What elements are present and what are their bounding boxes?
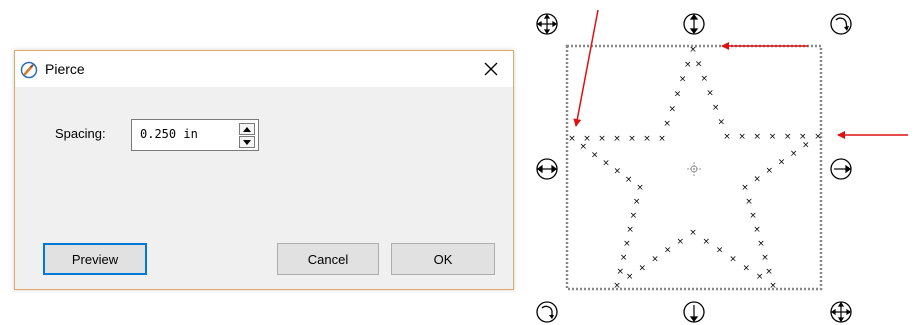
pierce-mark: × [633, 197, 641, 207]
pierce-mark: × [583, 134, 591, 144]
move-handle-bottom-right[interactable] [830, 301, 852, 323]
pierce-mark: × [568, 134, 576, 144]
pierce-mark: × [769, 281, 777, 291]
pierce-mark: × [765, 267, 773, 277]
pierce-mark: × [743, 263, 751, 273]
pierce-mark: × [749, 211, 757, 221]
pierce-mark: × [745, 197, 753, 207]
pierce-mark: × [598, 134, 606, 144]
pierce-mark: × [613, 281, 621, 291]
pierce-mark: × [703, 237, 711, 247]
pierce-mark: × [790, 149, 798, 159]
pierce-mark: × [729, 255, 737, 265]
rotate-handle-bottom-left[interactable] [536, 301, 558, 323]
pierce-mark: × [716, 246, 724, 256]
pierce-mark: × [802, 141, 810, 151]
pierce-mark: × [754, 132, 762, 142]
resize-handle-bottom[interactable] [683, 301, 705, 323]
pierce-mark: × [738, 132, 746, 142]
rotate-handle-top-right[interactable] [830, 13, 852, 35]
pierce-mark: × [636, 183, 644, 193]
pierce-mark: × [663, 119, 671, 129]
pierce-mark: × [684, 60, 692, 70]
pierce-mark: × [814, 132, 822, 142]
pierce-mark: × [753, 175, 761, 185]
star-pierce-marks: × × × × × × × × × × × × × × × × × × × × × × × × × × × × × × × × × × × × × × × ×… [568, 45, 822, 291]
pierce-mark: × [741, 183, 749, 193]
pierce-mark: × [695, 60, 703, 70]
pierce-mark: × [689, 228, 697, 238]
pierce-mark: × [626, 272, 634, 282]
pierce-mark: × [630, 211, 638, 221]
pierce-mark: × [679, 75, 687, 85]
pierce-mark: × [784, 132, 792, 142]
pierce-mark: × [613, 134, 621, 144]
pierce-mark: × [639, 263, 647, 273]
pierce-mark: × [778, 158, 786, 168]
design-canvas[interactable]: × × × × × × × × × × × × × × × × × × × × × × × × × × × × × × × × × × × × × × × ×… [0, 0, 920, 325]
pierce-mark: × [626, 225, 634, 235]
pierce-mark: × [753, 225, 761, 235]
pierce-mark: × [689, 45, 697, 55]
pierce-mark: × [756, 272, 764, 282]
pierce-mark: × [614, 167, 622, 177]
resize-handle-left[interactable] [536, 158, 558, 180]
pierce-mark: × [718, 118, 726, 128]
center-marker [687, 162, 701, 176]
pierce-mark: × [706, 89, 714, 99]
pierce-mark: × [664, 246, 672, 256]
pierce-mark: × [701, 74, 709, 84]
annotation-arrow-left-point [573, 9, 599, 127]
pierce-mark: × [712, 103, 720, 113]
pierce-mark: × [757, 239, 765, 249]
pierce-mark: × [723, 132, 731, 142]
pierce-mark: × [643, 134, 651, 144]
pierce-mark: × [669, 104, 677, 114]
pierce-mark: × [651, 255, 659, 265]
pierce-mark: × [620, 253, 628, 263]
pierce-mark: × [766, 166, 774, 176]
pierce-mark: × [617, 267, 625, 277]
resize-handle-top[interactable] [683, 13, 705, 35]
pierce-mark: × [674, 90, 682, 100]
pierce-mark: × [625, 175, 633, 185]
pierce-mark: × [628, 134, 636, 144]
pierce-mark: × [623, 239, 631, 249]
pierce-mark: × [591, 150, 599, 160]
resize-handle-right[interactable] [830, 158, 852, 180]
pierce-mark: × [602, 159, 610, 169]
pierce-mark: × [677, 237, 685, 247]
pierce-mark: × [769, 132, 777, 142]
move-handle-top-left[interactable] [536, 13, 558, 35]
pierce-mark: × [761, 253, 769, 263]
pierce-mark: × [658, 134, 666, 144]
